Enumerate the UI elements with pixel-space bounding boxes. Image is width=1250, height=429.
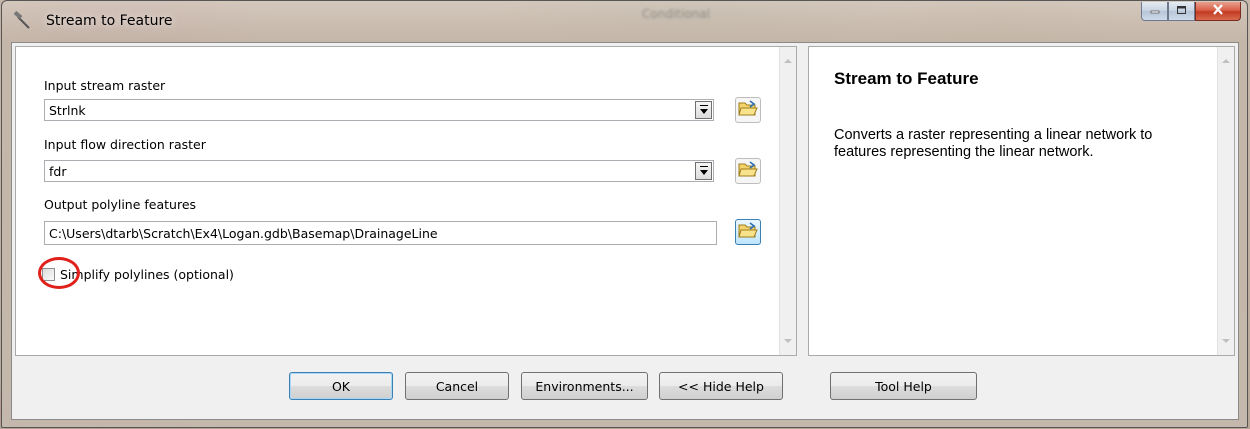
output-polyline-input[interactable]: C:\Users\dtarb\Scratch\Ex4\Logan.gdb\Bas… <box>44 221 717 245</box>
dialog-button-row: OK Cancel Environments... << Hide Help T… <box>12 372 1238 402</box>
minimize-icon <box>1150 4 1160 19</box>
output-polyline-browse-button[interactable] <box>735 219 761 245</box>
tool-hammer-icon <box>12 10 30 29</box>
parameters-pane: Input stream raster Strlnk Input flow di… <box>15 46 797 356</box>
maximize-icon <box>1176 4 1187 19</box>
scroll-down-arrow-icon[interactable] <box>784 339 792 343</box>
scroll-down-arrow-icon[interactable] <box>1222 339 1230 343</box>
title-bar[interactable]: Stream to Feature Conditional <box>2 1 1247 41</box>
input-flow-direction-label: Input flow direction raster <box>44 137 206 152</box>
input-flow-direction-browse-button[interactable] <box>735 158 761 184</box>
input-flow-direction-combobox[interactable]: fdr <box>44 160 714 182</box>
scroll-up-arrow-icon[interactable] <box>784 59 792 63</box>
output-polyline-value: C:\Users\dtarb\Scratch\Ex4\Logan.gdb\Bas… <box>49 226 438 241</box>
scroll-up-arrow-icon[interactable] <box>1222 59 1230 63</box>
close-icon <box>1212 3 1224 19</box>
chevron-down-icon <box>699 165 708 175</box>
maximize-button[interactable] <box>1168 2 1195 21</box>
ok-button[interactable]: OK <box>289 372 393 400</box>
input-stream-raster-combobox[interactable]: Strlnk <box>44 99 714 121</box>
folder-open-icon <box>738 99 758 121</box>
output-polyline-label: Output polyline features <box>44 197 197 212</box>
dialog-window: Stream to Feature Conditional Input stre… <box>1 0 1248 428</box>
simplify-polylines-label: Simplify polylines (optional) <box>60 267 234 282</box>
simplify-polylines-checkbox[interactable] <box>42 268 55 281</box>
window-controls <box>1141 2 1241 22</box>
environments-button[interactable]: Environments... <box>521 372 648 400</box>
window-title: Stream to Feature <box>46 13 173 29</box>
hide-help-button[interactable]: << Hide Help <box>659 372 783 400</box>
close-button[interactable] <box>1195 2 1241 21</box>
tool-help-button[interactable]: Tool Help <box>830 372 977 400</box>
input-stream-raster-label: Input stream raster <box>44 78 166 93</box>
chevron-down-icon <box>699 104 708 114</box>
pane-splitter[interactable] <box>800 46 806 356</box>
dialog-client-area: Input stream raster Strlnk Input flow di… <box>11 42 1239 420</box>
parameters-scrollbar[interactable] <box>779 47 796 355</box>
input-flow-direction-value: fdr <box>49 164 67 179</box>
help-title: Stream to Feature <box>834 69 979 88</box>
help-description: Converts a raster representing a linear … <box>834 127 1153 160</box>
input-stream-raster-browse-button[interactable] <box>735 97 761 123</box>
input-stream-raster-dropdown-button[interactable] <box>695 101 712 119</box>
folder-open-icon <box>738 221 758 243</box>
input-stream-raster-value: Strlnk <box>49 103 86 118</box>
folder-open-icon <box>738 160 758 182</box>
cancel-button[interactable]: Cancel <box>405 372 509 400</box>
help-scrollbar[interactable] <box>1217 47 1234 355</box>
help-pane: Stream to Feature Converts a raster repr… <box>808 46 1235 356</box>
minimize-button[interactable] <box>1141 2 1168 21</box>
input-flow-direction-dropdown-button[interactable] <box>695 162 712 180</box>
background-ghost-text: Conditional <box>642 7 710 21</box>
